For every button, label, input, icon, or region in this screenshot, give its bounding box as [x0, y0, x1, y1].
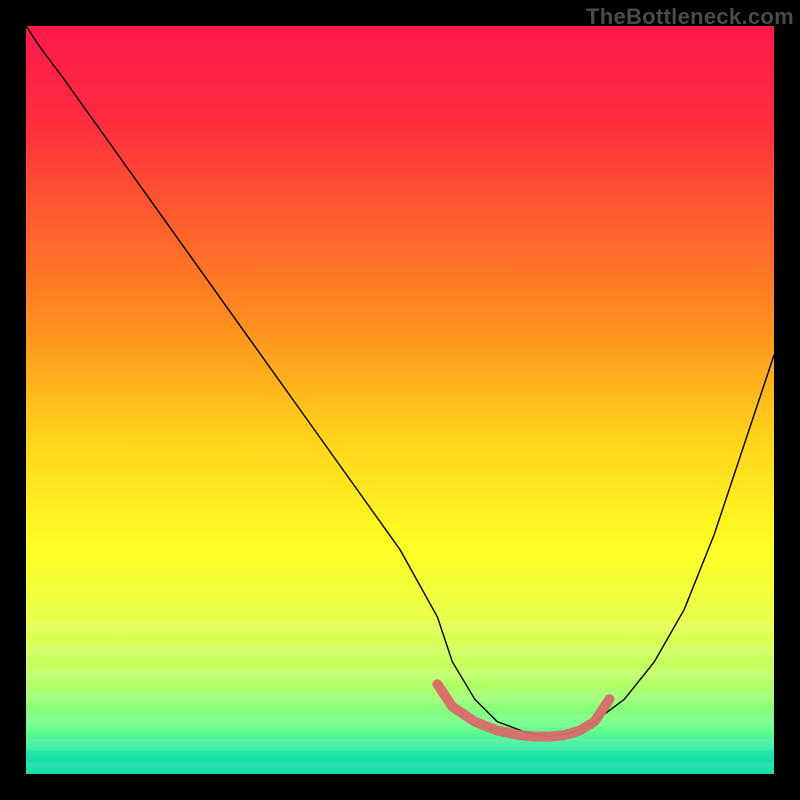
watermark-text: TheBottleneck.com: [586, 4, 794, 30]
chart-plot-area: [26, 26, 774, 774]
chart-frame: TheBottleneck.com: [0, 0, 800, 800]
chart-svg: [26, 26, 774, 774]
